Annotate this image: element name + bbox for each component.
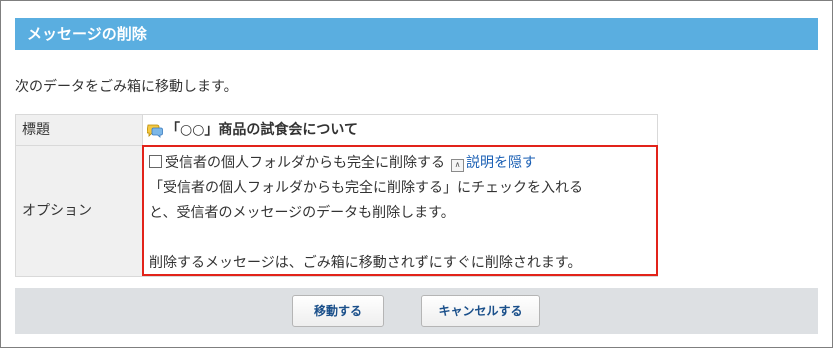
cancel-button[interactable]: キャンセルする [421,295,540,327]
intro-text: 次のデータをごみ箱に移動します。 [15,79,238,95]
delete-from-recipients-checkbox[interactable] [149,155,162,168]
description-line-2: と、受信者のメッセージのデータも削除します。 [149,205,455,221]
title-text: 「○○」商品の試食会について [166,122,359,138]
title-value: 「○○」商品の試食会について [147,115,358,145]
title-label: 標題 [16,115,143,145]
description-line-3: 削除するメッセージは、ごみ箱に移動されずにすぐに削除されます。 [149,255,582,271]
move-button[interactable]: 移動する [292,295,384,327]
details-table: 標題 「○○」商品の試食会について オプション 受信者の個人フォルダからも完全に… [15,114,658,277]
button-bar: 移動する キャンセルする [15,288,818,334]
collapse-icon[interactable]: ∧ [451,159,464,172]
option-label: オプション [16,146,143,276]
option-highlight-box: 受信者の個人フォルダからも完全に削除する ∧ 説明を隠す 「受信者の個人フォルダから… [142,145,658,276]
hide-description-link[interactable]: 説明を隠す [466,155,536,171]
page-title: メッセージの削除 [27,25,147,43]
option-row: オプション 受信者の個人フォルダからも完全に削除する ∧ 説明を隠す 「受信者の個人… [16,145,658,276]
page-title-bar: メッセージの削除 [15,18,818,50]
message-icon [147,124,163,138]
option-checkbox-label[interactable]: 受信者の個人フォルダからも完全に削除する [165,155,445,171]
option-checkbox-line: 受信者の個人フォルダからも完全に削除する ∧ 説明を隠す [149,151,656,176]
title-row: 標題 「○○」商品の試食会について [16,115,657,146]
description-line-1: 「受信者の個人フォルダからも完全に削除する」にチェックを入れる [149,180,583,196]
